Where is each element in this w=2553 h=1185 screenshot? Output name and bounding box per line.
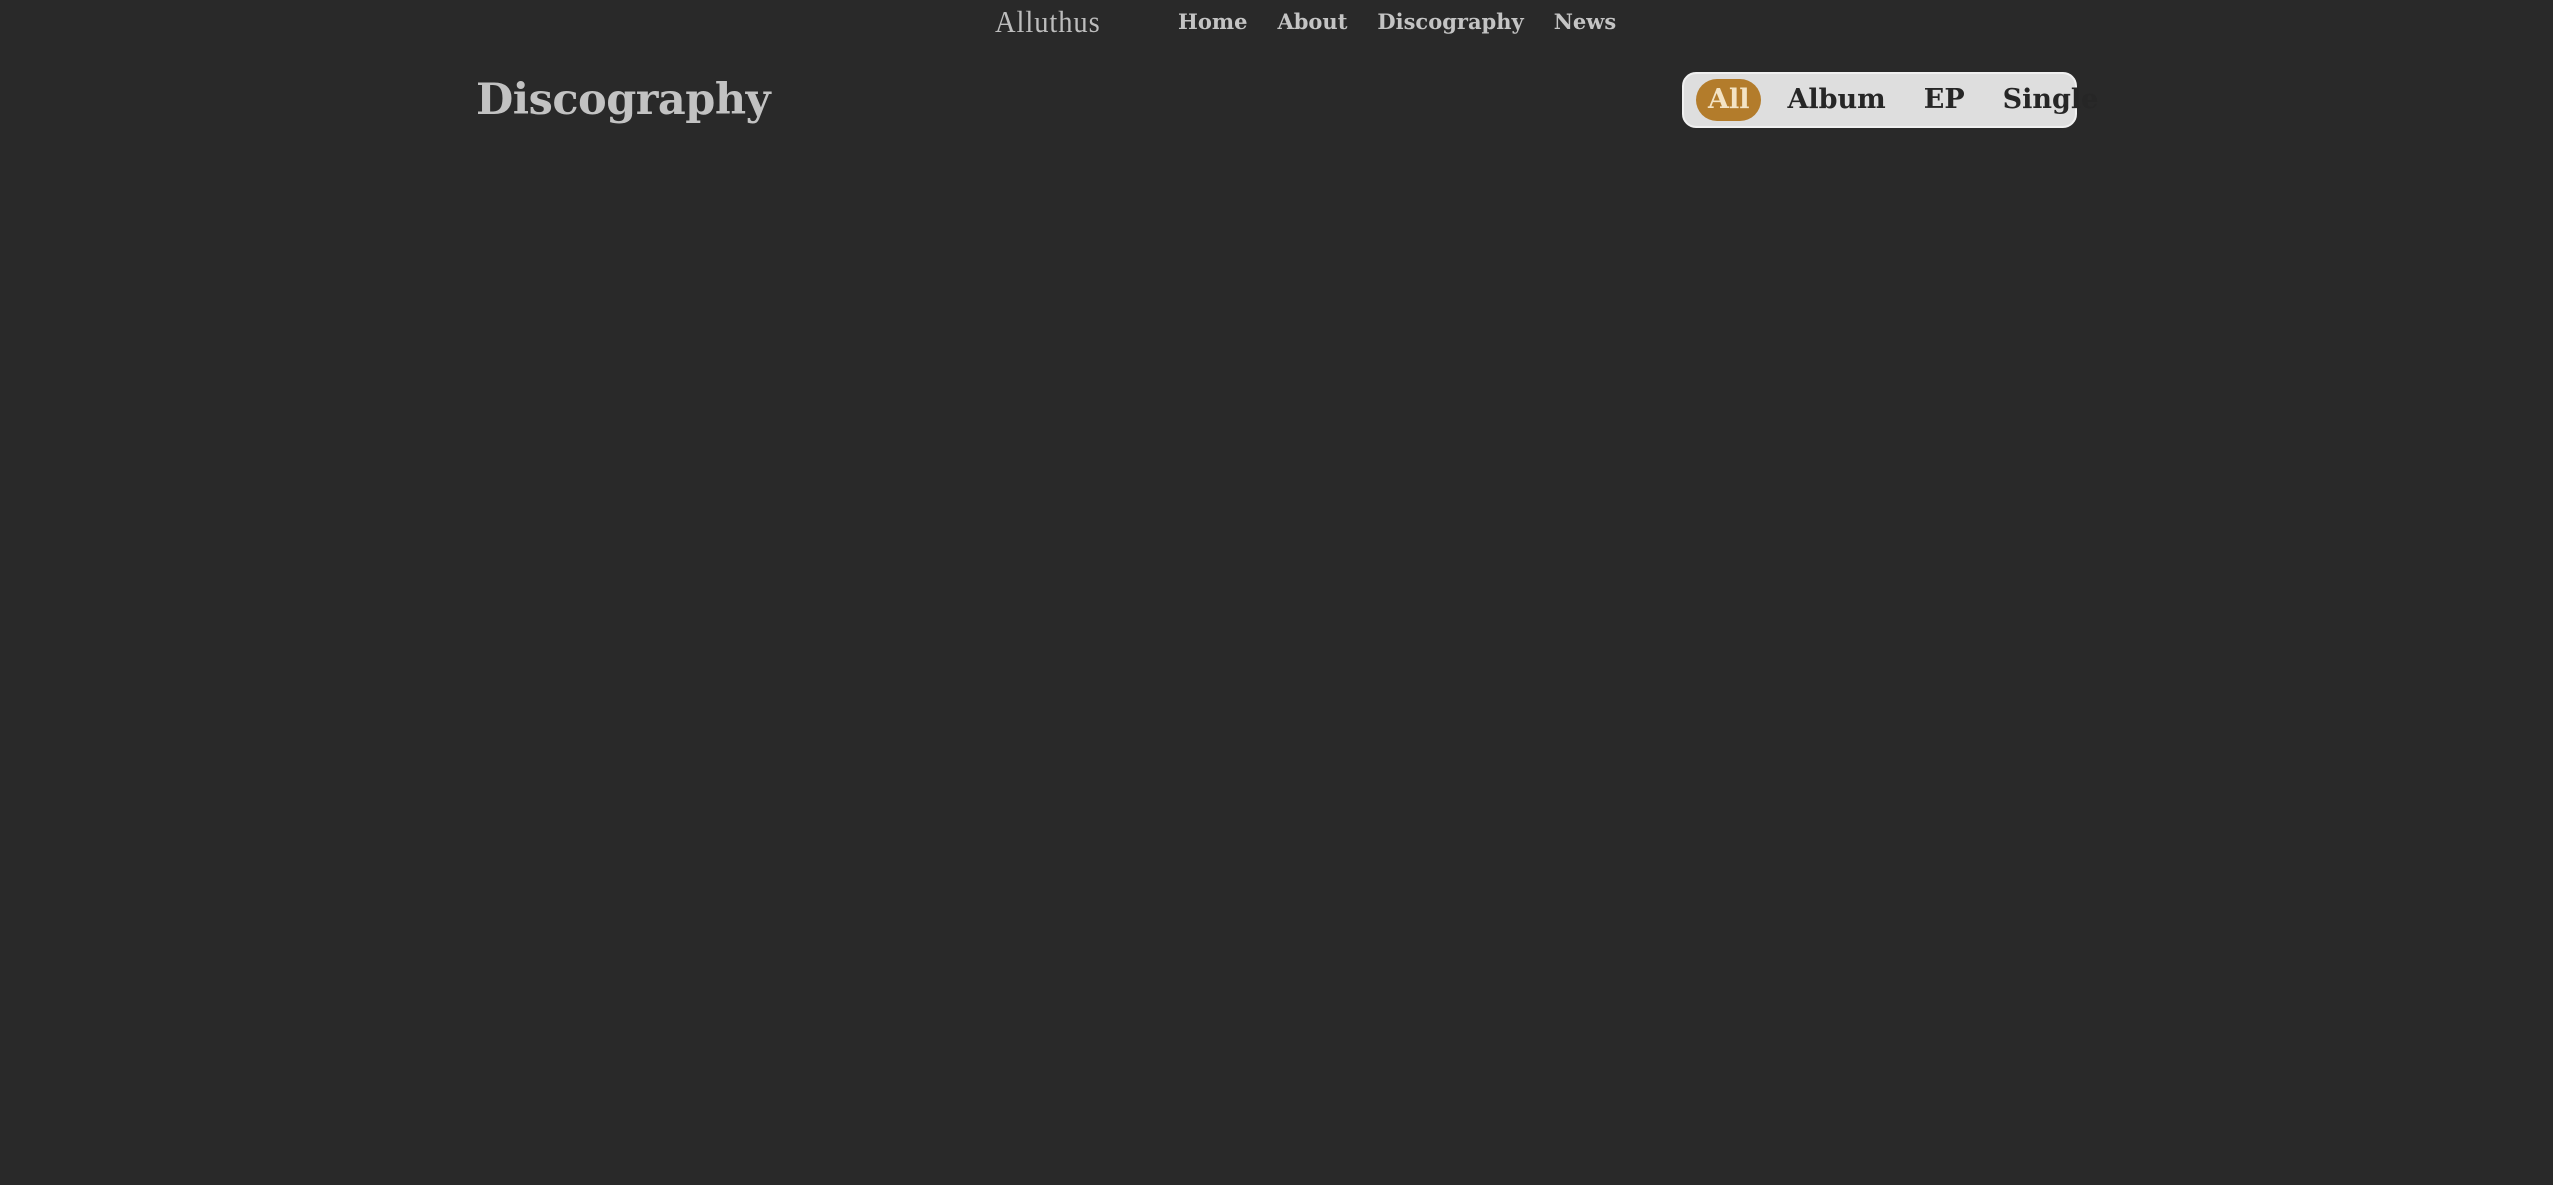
filter-ep-button[interactable]: EP [1912, 79, 1977, 121]
nav-link-home[interactable]: Home [1178, 9, 1247, 35]
nav-links: Home About Discography News [1178, 9, 1616, 35]
release-type-filter: All Album EP Single [1682, 72, 2098, 128]
nav-link-news[interactable]: News [1554, 9, 1616, 35]
page-title: Discography [476, 75, 771, 125]
site-logo[interactable]: Alluthus [995, 4, 1101, 40]
filter-album-button[interactable]: Album [1775, 79, 1897, 121]
nav-link-discography[interactable]: Discography [1377, 9, 1523, 35]
filter-single-button[interactable]: Single [1991, 79, 2111, 121]
nav-link-about[interactable]: About [1277, 9, 1347, 35]
top-navigation: Alluthus Home About Discography News [0, 0, 2553, 44]
filter-all-button[interactable]: All [1696, 79, 1762, 121]
